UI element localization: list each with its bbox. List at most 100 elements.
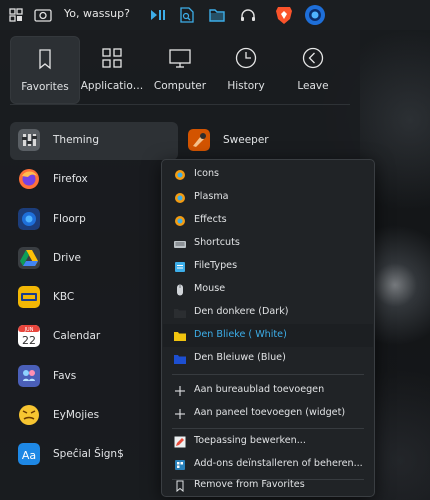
emoji-icon bbox=[19, 405, 39, 425]
google-drive-icon bbox=[18, 247, 40, 269]
floorp-icon bbox=[18, 208, 40, 230]
special-signs-glyph: Aa bbox=[22, 449, 36, 462]
tab-history[interactable]: History bbox=[211, 36, 281, 104]
app-label: Drive bbox=[53, 252, 81, 264]
sweeper-icon bbox=[188, 129, 210, 151]
menu-item-label: FileTypes bbox=[194, 260, 238, 271]
app-label: KBC bbox=[53, 291, 75, 303]
app-label: Calendar bbox=[53, 330, 101, 342]
favs-icon bbox=[18, 365, 40, 387]
menu-item-effects[interactable]: Effects bbox=[163, 209, 373, 232]
app-kbc[interactable]: KBC bbox=[10, 279, 178, 317]
app-favs[interactable]: Favs bbox=[10, 358, 178, 396]
menu-item-plasma[interactable]: Plasma bbox=[163, 186, 373, 209]
tab-label: Computer bbox=[153, 80, 207, 92]
menu-item-filetypes[interactable]: FileTypes bbox=[163, 255, 373, 278]
addons-icon bbox=[175, 460, 185, 470]
plus-icon bbox=[175, 386, 185, 396]
keyboard-icon bbox=[174, 241, 186, 248]
menu-item-label: Aan bureaublad toevoegen bbox=[194, 384, 325, 395]
menu-item-label: Den Blieke ( White) bbox=[194, 329, 287, 340]
app-theming[interactable]: Theming bbox=[10, 122, 178, 160]
menu-item-blue-folder[interactable]: Den Bleiuwe (Blue) bbox=[163, 347, 373, 370]
menu-item-label: Den Bleiuwe (Blue) bbox=[194, 352, 286, 363]
mouse-icon bbox=[177, 284, 183, 296]
plasma-app-icon bbox=[175, 193, 185, 203]
menu-item-label: Mouse bbox=[194, 283, 226, 294]
bookmark-icon bbox=[39, 49, 51, 70]
menu-separator bbox=[172, 374, 364, 375]
brave-browser-icon[interactable] bbox=[272, 3, 296, 27]
app-label: Speĉial Ŝign$ bbox=[53, 448, 124, 460]
document-search-icon[interactable] bbox=[175, 3, 199, 27]
app-label: Sweeper bbox=[223, 134, 269, 146]
filetypes-icon bbox=[175, 262, 185, 272]
clock-icon bbox=[235, 47, 257, 69]
context-menu: Icons Plasma Effects Shortcuts FileTypes… bbox=[161, 159, 375, 497]
tab-applications[interactable]: Applicatio… bbox=[77, 36, 147, 104]
menu-item-add-to-panel[interactable]: Aan paneel toevoegen (widget) bbox=[163, 402, 373, 425]
edit-app-icon bbox=[174, 436, 186, 448]
menu-item-label: Remove from Favorites bbox=[194, 479, 305, 490]
tab-label: Favorites bbox=[21, 81, 69, 93]
kbc-icon bbox=[18, 286, 40, 308]
folder-icon[interactable] bbox=[205, 3, 229, 27]
menu-item-label: Toepassing bewerken... bbox=[194, 435, 306, 446]
media-play-pause-icon[interactable] bbox=[146, 3, 170, 27]
screenshot-icon[interactable] bbox=[31, 3, 55, 27]
calendar-month: JUN bbox=[24, 327, 34, 333]
app-label: Theming bbox=[53, 134, 99, 146]
floorp-browser-icon[interactable] bbox=[303, 3, 327, 27]
monitor-icon bbox=[169, 49, 191, 68]
top-panel: Yo, wassup? bbox=[0, 0, 430, 30]
tab-computer[interactable]: Computer bbox=[145, 36, 215, 104]
tab-label: Applicatio… bbox=[80, 80, 144, 92]
menu-item-label: Icons bbox=[194, 168, 220, 179]
app-floorp[interactable]: Floorp bbox=[10, 201, 178, 239]
effects-app-icon bbox=[175, 216, 185, 226]
menu-item-label: Aan paneel toevoegen (widget) bbox=[194, 407, 346, 418]
app-sweeper[interactable]: Sweeper bbox=[180, 122, 348, 160]
special-signs-icon: Aa bbox=[18, 443, 40, 465]
tabs-divider bbox=[10, 104, 350, 105]
app-label: Floorp bbox=[53, 213, 86, 225]
app-label: Favs bbox=[53, 370, 77, 382]
menu-item-icons[interactable]: Icons bbox=[163, 163, 373, 186]
menu-item-add-to-desktop[interactable]: Aan bureaublad toevoegen bbox=[163, 379, 373, 402]
app-calendar[interactable]: JUN 22 Calendar bbox=[10, 318, 178, 356]
tab-leave[interactable]: Leave bbox=[278, 36, 348, 104]
firefox-icon bbox=[19, 169, 39, 189]
menu-item-label: Plasma bbox=[194, 191, 229, 202]
app-drive[interactable]: Drive bbox=[10, 240, 178, 278]
menu-item-shortcuts[interactable]: Shortcuts bbox=[163, 232, 373, 255]
menu-item-manage-addons[interactable]: Add-ons deïnstalleren of beheren... bbox=[163, 453, 373, 476]
menu-item-mouse[interactable]: Mouse bbox=[163, 278, 373, 301]
menu-item-label: Shortcuts bbox=[194, 237, 240, 248]
menu-separator bbox=[172, 428, 364, 429]
calendar-day: 22 bbox=[22, 334, 36, 347]
leave-icon bbox=[302, 47, 324, 69]
menu-item-remove-from-favorites[interactable]: Remove from Favorites bbox=[163, 474, 373, 497]
headphones-icon[interactable] bbox=[236, 3, 260, 27]
app-firefox[interactable]: Firefox bbox=[10, 161, 178, 199]
apps-grid-icon bbox=[102, 48, 122, 68]
menu-item-label: Add-ons deïnstalleren of beheren... bbox=[194, 458, 363, 469]
grid-icon[interactable] bbox=[4, 3, 28, 27]
icons-app-icon bbox=[175, 170, 185, 180]
app-eymojies[interactable]: EyMojies bbox=[10, 397, 178, 435]
menu-item-label: Den donkere (Dark) bbox=[194, 306, 289, 317]
tab-label: Leave bbox=[297, 80, 329, 92]
calendar-icon: JUN 22 bbox=[18, 325, 40, 347]
menu-item-white-folder[interactable]: Den Blieke ( White) bbox=[163, 324, 373, 347]
launcher-tabs: Favorites Applicatio… Computer History L… bbox=[10, 36, 350, 104]
status-text: Yo, wassup? bbox=[64, 7, 130, 20]
folder-yellow-icon bbox=[174, 332, 186, 341]
app-special-signs[interactable]: Aa Speĉial Ŝign$ bbox=[10, 436, 178, 474]
plus-icon bbox=[175, 409, 185, 419]
menu-item-dark-folder[interactable]: Den donkere (Dark) bbox=[163, 301, 373, 324]
menu-item-edit-application[interactable]: Toepassing bewerken... bbox=[163, 430, 373, 453]
folder-dark-icon bbox=[174, 309, 186, 318]
tab-favorites[interactable]: Favorites bbox=[10, 36, 80, 104]
menu-item-label: Effects bbox=[194, 214, 227, 225]
app-label: Firefox bbox=[53, 173, 88, 185]
